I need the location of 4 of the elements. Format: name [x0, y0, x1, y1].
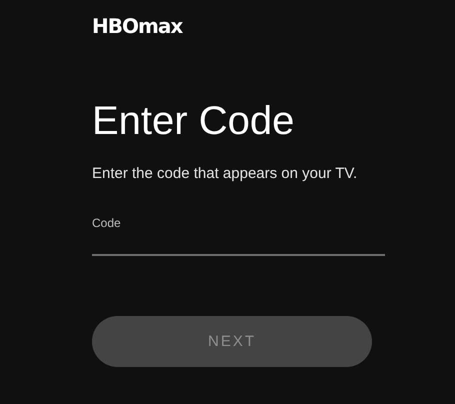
page-title: Enter Code	[92, 98, 294, 144]
instructions-text: Enter the code that appears on your TV.	[92, 165, 358, 183]
brand-logo: HBOmax	[92, 14, 182, 38]
code-field[interactable]: Code	[92, 216, 385, 256]
